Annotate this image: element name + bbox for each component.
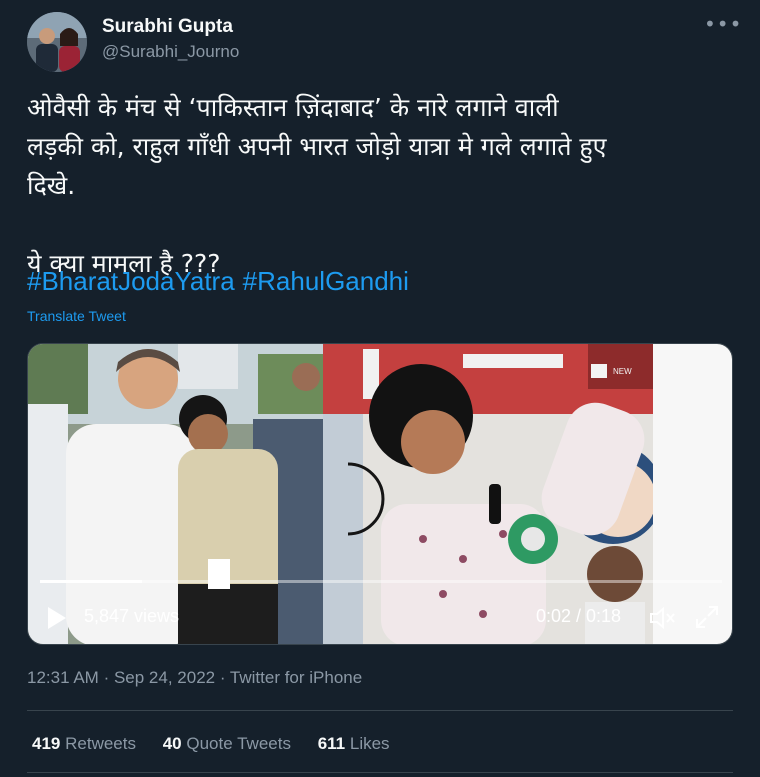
separator-dot: · [219, 668, 230, 687]
video-player[interactable]: NEW 5,847 views 0:02 / 0:18 [27, 343, 733, 645]
svg-text:NEW: NEW [613, 367, 632, 376]
retweets-label: Retweets [65, 734, 136, 753]
hashtag-link[interactable]: #BharatJodaYatra [27, 266, 235, 296]
translate-tweet-link[interactable]: Translate Tweet [27, 308, 126, 324]
video-views: 5,847 views [84, 606, 180, 626]
likes-stat[interactable]: 611 Likes [318, 734, 390, 753]
tweet-date[interactable]: Sep 24, 2022 [114, 668, 215, 687]
likes-label: Likes [349, 734, 390, 753]
video-frame-left [28, 344, 323, 644]
divider [27, 710, 733, 711]
video-frame-blank [653, 344, 732, 644]
tweet-text: ओवैसी के मंच से ‘पाकिस्तान ज़िंदाबाद’ के… [27, 93, 607, 278]
retweets-count: 419 [32, 734, 61, 753]
tweet-metadata: 12:31 AM · Sep 24, 2022 · Twitter for iP… [27, 668, 362, 688]
hashtag-link[interactable]: #RahulGandhi [243, 266, 409, 296]
video-progress-fill [40, 580, 143, 583]
author-name[interactable]: Surabhi Gupta [102, 16, 233, 38]
tweet-time[interactable]: 12:31 AM [27, 668, 99, 687]
play-icon[interactable] [48, 607, 66, 629]
video-progress-bar[interactable] [40, 580, 722, 583]
more-icon[interactable]: ••• [704, 14, 741, 40]
quotes-count: 40 [162, 734, 182, 753]
tweet-source[interactable]: Twitter for iPhone [230, 668, 362, 687]
fullscreen-icon[interactable] [694, 604, 720, 630]
video-time: 0:02 / 0:18 [536, 606, 622, 626]
author-handle[interactable]: @Surabhi_Journo [102, 42, 239, 62]
volume-mute-icon[interactable] [648, 606, 678, 630]
separator-dot: · [103, 668, 114, 687]
avatar[interactable] [27, 12, 87, 72]
tweet-stats: 419 Retweets 40 Quote Tweets 611 Likes [32, 734, 412, 754]
video-frame-right: NEW [323, 344, 663, 644]
divider [27, 772, 733, 773]
likes-count: 611 [317, 734, 346, 753]
quote-tweets-stat[interactable]: 40 Quote Tweets [163, 734, 291, 753]
quotes-label: Quote Tweets [186, 734, 291, 753]
hashtags: #BharatJodaYatra #RahulGandhi [27, 266, 417, 297]
retweets-stat[interactable]: 419 Retweets [32, 734, 136, 753]
tweet: Surabhi Gupta @Surabhi_Journo ••• ओवैसी … [0, 0, 760, 777]
